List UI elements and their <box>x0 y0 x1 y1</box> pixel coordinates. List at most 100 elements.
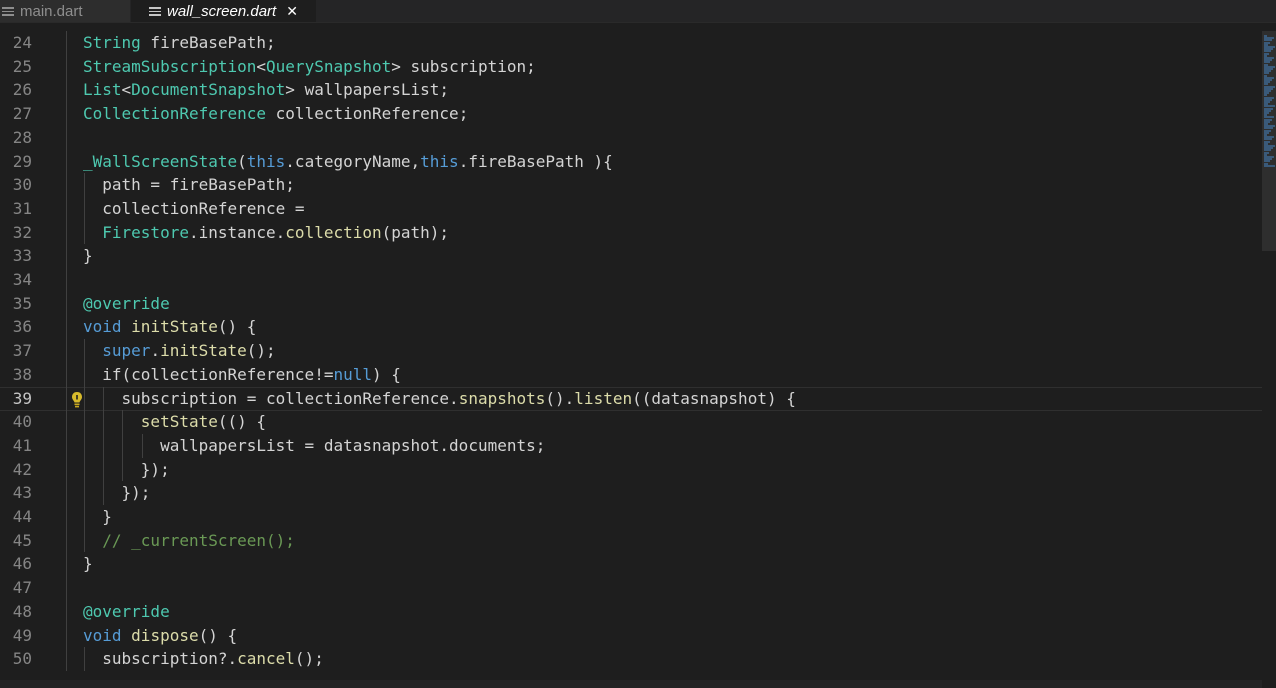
code-line[interactable]: 42 }); <box>0 458 1262 482</box>
line-number: 40 <box>12 412 32 432</box>
code-token: super <box>102 341 151 361</box>
line-number: 35 <box>12 293 32 313</box>
code-token: ) { <box>371 364 401 384</box>
code-token: }); <box>83 459 170 479</box>
tab-wall-screen-dart[interactable]: wall_screen.dart ✕ <box>131 0 316 22</box>
line-code: subscription = collectionReference.snaps… <box>83 388 796 410</box>
code-token: < <box>121 80 132 100</box>
code-token: StreamSubscription <box>83 56 257 76</box>
code-token: . <box>150 341 161 361</box>
code-token: Firestore <box>102 222 189 242</box>
code-token: null <box>333 364 372 384</box>
code-token: if(collectionReference!= <box>83 364 334 384</box>
code-token: collectionReference; <box>266 104 469 124</box>
line-code: if(collectionReference!=null) { <box>83 363 401 387</box>
tab-main-dart[interactable]: main.dart <box>0 0 130 22</box>
code-line[interactable]: 28 <box>0 126 1262 150</box>
line-code: void dispose() { <box>83 624 237 648</box>
code-token: collectionReference = <box>83 198 305 218</box>
line-number: 41 <box>12 435 32 455</box>
code-line[interactable]: 41 wallpapersList = datasnapshot.documen… <box>0 434 1262 458</box>
code-line[interactable]: 43 }); <box>0 481 1262 505</box>
code-line[interactable]: 46} <box>0 552 1262 576</box>
line-code: } <box>83 552 93 576</box>
code-token: (() { <box>217 412 267 432</box>
line-code: } <box>83 244 93 268</box>
code-editor[interactable]: 24 String fireBasePath; 25 StreamSubscripti… <box>0 31 1262 686</box>
line-code: String fireBasePath; <box>83 31 276 55</box>
code-token: QuerySnapshot <box>266 56 392 76</box>
minimap-line <box>1264 164 1275 167</box>
code-token: snapshots <box>458 388 546 408</box>
code-line[interactable]: 26 List<DocumentSnapshot> wallpapersList; <box>0 78 1262 102</box>
line-number: 49 <box>12 625 32 645</box>
line-code: }); <box>83 458 170 482</box>
code-line[interactable]: 47 <box>0 576 1262 600</box>
code-token: this <box>420 151 459 171</box>
code-token: ( <box>237 151 247 171</box>
line-number: 39 <box>12 388 32 408</box>
code-line[interactable]: 48 @override <box>0 600 1262 624</box>
line-number: 28 <box>12 127 32 147</box>
line-number: 48 <box>12 601 32 621</box>
code-token: < <box>256 56 267 76</box>
code-token: listen <box>574 388 633 408</box>
code-token: cancel <box>237 649 295 669</box>
code-line[interactable]: 45 // _currentScreen(); <box>0 529 1262 553</box>
code-token: } <box>83 554 93 574</box>
line-number: 27 <box>12 104 32 124</box>
code-token: wallpapersList = datasnapshot.documents; <box>83 435 546 455</box>
code-token: initState <box>160 341 247 361</box>
code-token: collection <box>285 222 382 242</box>
code-line[interactable]: 30 path = fireBasePath; <box>0 173 1262 197</box>
code-line[interactable]: 32 Firestore.instance.collection(path); <box>0 221 1262 245</box>
code-line[interactable]: 36 void initState() { <box>0 315 1262 339</box>
code-line[interactable]: 33} <box>0 244 1262 268</box>
code-token: ((datasnapshot) { <box>632 388 796 408</box>
code-token: path = fireBasePath; <box>83 175 295 195</box>
code-line[interactable]: 34 <box>0 268 1262 292</box>
indent-guide <box>122 410 123 482</box>
code-token: subscription?. <box>83 649 238 669</box>
code-token: } <box>83 507 112 526</box>
line-number: 43 <box>12 483 32 503</box>
code-token: () { <box>198 625 238 645</box>
code-line[interactable]: 24 String fireBasePath; <box>0 31 1262 55</box>
line-number: 25 <box>12 56 32 76</box>
code-line[interactable]: 39 subscription = collectionReference.sn… <box>0 386 1262 411</box>
code-line[interactable]: 29 _WallScreenState(this.categoryName,thi… <box>0 150 1262 174</box>
indent-guide <box>142 433 143 458</box>
code-line[interactable]: 50 subscription?.cancel(); <box>0 647 1262 671</box>
code-line[interactable]: 38 if(collectionReference!=null) { <box>0 363 1262 387</box>
line-number: 46 <box>12 554 32 574</box>
minimap[interactable] <box>1262 31 1276 688</box>
code-line[interactable]: 44 } <box>0 505 1262 529</box>
code-line[interactable]: 37 super.initState(); <box>0 339 1262 363</box>
line-code: _WallScreenState(this.categoryName,this.… <box>83 150 613 174</box>
code-line[interactable]: 25 StreamSubscription<QuerySnapshot> subs… <box>0 55 1262 79</box>
close-icon[interactable]: ✕ <box>286 3 298 20</box>
lightbulb-icon[interactable] <box>70 390 84 410</box>
code-line[interactable]: 31 collectionReference = <box>0 197 1262 221</box>
horizontal-scrollbar[interactable] <box>0 680 1262 688</box>
line-code: // _currentScreen(); <box>83 529 295 553</box>
code-token: .instance. <box>188 222 286 242</box>
code-line[interactable]: 49 void dispose() { <box>0 624 1262 648</box>
code-token: void <box>83 625 122 645</box>
line-number: 50 <box>12 649 32 669</box>
code-line[interactable]: 40 setState(() { <box>0 410 1262 434</box>
code-token: (). <box>545 388 575 408</box>
tab-bar: main.dart wall_screen.dart ✕ <box>0 0 1276 23</box>
line-number: 37 <box>12 341 32 361</box>
line-code: path = fireBasePath; <box>83 173 295 197</box>
file-lines-icon <box>149 5 161 17</box>
line-code: Firestore.instance.collection(path); <box>83 221 449 245</box>
code-line[interactable]: 35 @override <box>0 292 1262 316</box>
line-number: 45 <box>12 530 32 550</box>
code-line[interactable]: 27 CollectionReference collectionReferenc… <box>0 102 1262 126</box>
